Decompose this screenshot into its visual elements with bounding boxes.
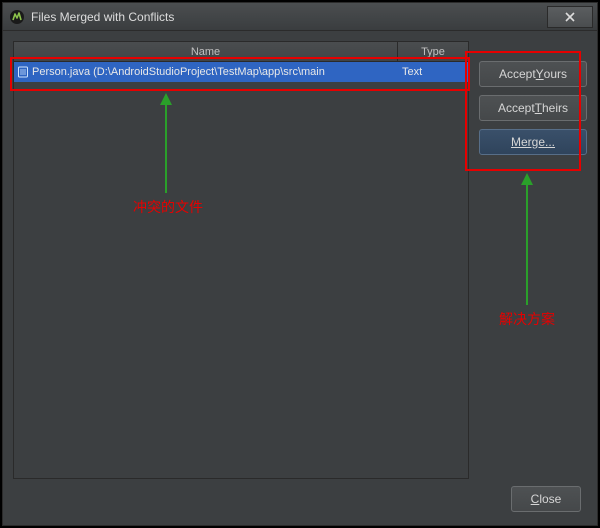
btn-text: Accept <box>499 67 536 81</box>
column-header-name[interactable]: Name <box>14 42 398 61</box>
accept-theirs-button[interactable]: Accept Theirs <box>479 95 587 121</box>
window-close-button[interactable] <box>547 6 593 28</box>
table-row[interactable]: Person.java (D:\AndroidStudioProject\Tes… <box>14 62 468 82</box>
btn-text: Accept <box>498 101 535 115</box>
title-bar: Files Merged with Conflicts <box>3 3 597 31</box>
btn-text: erge... <box>521 135 555 149</box>
column-header-type[interactable]: Type <box>398 42 468 61</box>
table-header: Name Type <box>14 42 468 62</box>
close-button[interactable]: Close <box>511 486 581 512</box>
close-icon <box>564 11 576 23</box>
dialog-window: Files Merged with Conflicts Name Type <box>2 2 598 526</box>
file-icon <box>14 66 32 78</box>
app-icon <box>9 9 25 25</box>
accept-yours-button[interactable]: Accept Yours <box>479 61 587 87</box>
merge-button[interactable]: Merge... <box>479 129 587 155</box>
btn-hotkey: C <box>531 492 540 506</box>
btn-text: lose <box>539 492 561 506</box>
file-name-cell: Person.java (D:\AndroidStudioProject\Tes… <box>32 66 398 78</box>
conflict-file-list: Name Type <box>13 41 469 479</box>
window-title: Files Merged with Conflicts <box>31 10 547 24</box>
btn-hotkey: T <box>535 101 542 115</box>
file-type-cell: Text <box>398 66 468 78</box>
btn-hotkey: Y <box>536 67 544 81</box>
btn-text: ours <box>544 67 567 81</box>
action-button-column: Accept Yours Accept Theirs Merge... <box>479 41 587 479</box>
btn-text: heirs <box>542 101 568 115</box>
dialog-footer: Close <box>13 479 587 519</box>
btn-hotkey: M <box>511 135 521 149</box>
